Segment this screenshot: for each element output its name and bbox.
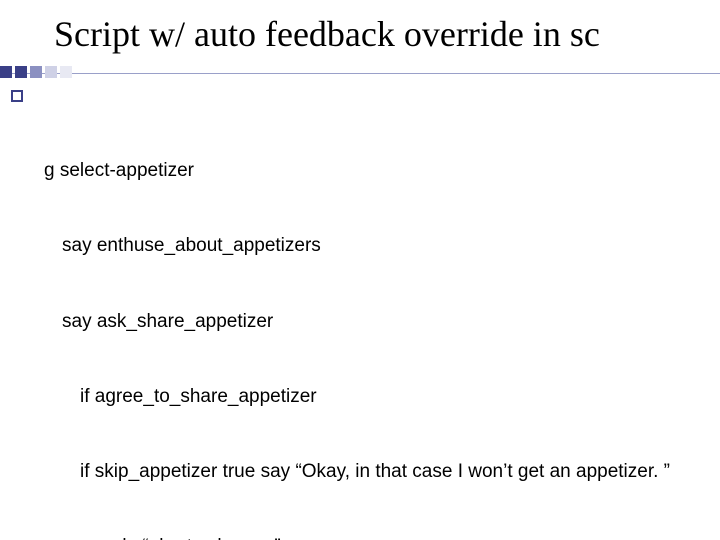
script-line: say ask_share_appetizer bbox=[44, 309, 696, 334]
divider-line bbox=[0, 73, 720, 74]
divider-ornament bbox=[0, 66, 72, 78]
script-line: if agree_to_share_appetizer bbox=[44, 384, 696, 409]
script-line: say enthuse_about_appetizers bbox=[44, 233, 696, 258]
ornament-square bbox=[45, 66, 57, 78]
slide-title: Script w/ auto feedback override in sc bbox=[54, 14, 700, 55]
title-divider bbox=[0, 73, 720, 77]
ornament-square bbox=[30, 66, 42, 78]
script-line: do “abort ask-soup” bbox=[44, 534, 696, 540]
script-body: g select-appetizer say enthuse_about_app… bbox=[44, 108, 696, 540]
ornament-square bbox=[0, 66, 12, 78]
script-line: g select-appetizer bbox=[44, 158, 696, 183]
ornament-square bbox=[15, 66, 27, 78]
ornament-square bbox=[60, 66, 72, 78]
script-line: if skip_appetizer true say “Okay, in tha… bbox=[44, 459, 696, 484]
bullet-icon bbox=[11, 90, 23, 102]
